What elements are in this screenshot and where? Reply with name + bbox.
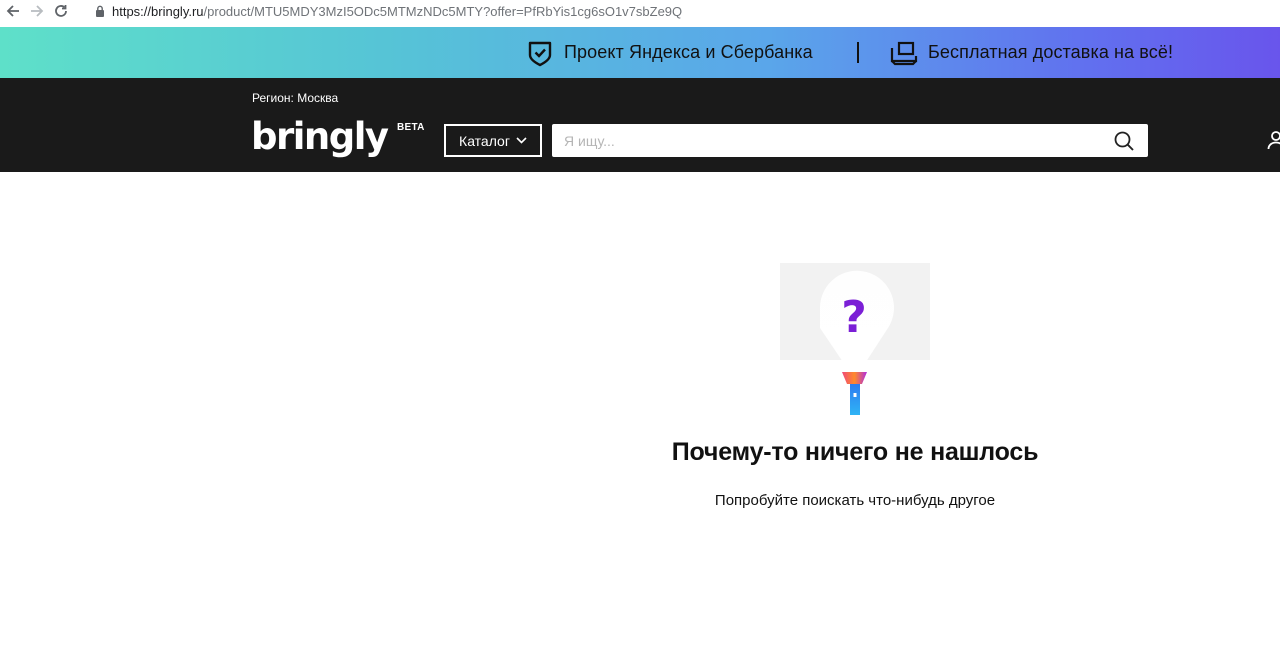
search-icon[interactable] [1114,131,1134,151]
promo-banner: Проект Яндекса и Сбербанка Бесплатная до… [0,27,1280,78]
promo-divider [857,42,859,63]
svg-text:?: ? [841,292,867,343]
catalog-button[interactable]: Каталог [444,124,542,157]
empty-state-title: Почему-то ничего не нашлось [671,438,1039,466]
promo-project[interactable]: Проект Яндекса и Сбербанка [527,27,813,78]
region-selector[interactable]: Регион: Москва [252,91,338,105]
browser-toolbar: https://bringly.ru/product/MTU5MDY3MzI5O… [0,0,1280,22]
chevron-down-icon [516,137,527,144]
promo-delivery-text: Бесплатная доставка на всё! [928,42,1174,62]
catalog-label: Каталог [459,132,510,149]
address-bar[interactable]: https://bringly.ru/product/MTU5MDY3MzI5O… [112,4,682,19]
user-icon[interactable] [1266,130,1280,150]
search-box [552,124,1148,157]
promo-delivery[interactable]: Бесплатная доставка на всё! [890,27,1173,78]
forward-button[interactable] [26,0,48,22]
url-path: /product/MTU5MDY3MzI5ODc5MTMzNDc5MTY?off… [203,3,683,19]
shield-check-icon [528,41,552,66]
back-button[interactable] [2,0,24,22]
arrow-right-icon [31,5,44,17]
empty-state-subtitle: Попробуйте поискать что-нибудь другое [714,492,996,509]
lock-icon[interactable] [94,4,106,18]
site-header: Регион: Москва bringly BETA Каталог [0,78,1280,172]
arrow-left-icon [6,5,19,17]
flashlight-question-icon: ? [780,263,930,418]
truck-icon [890,41,918,65]
site-logo[interactable]: bringly [251,114,389,160]
reload-button[interactable] [50,0,72,22]
beta-badge: BETA [397,122,425,133]
reload-icon [55,5,67,17]
search-input[interactable] [562,131,1102,150]
url-host: https://bringly.ru [112,3,204,19]
promo-project-text: Проект Яндекса и Сбербанка [564,42,813,62]
